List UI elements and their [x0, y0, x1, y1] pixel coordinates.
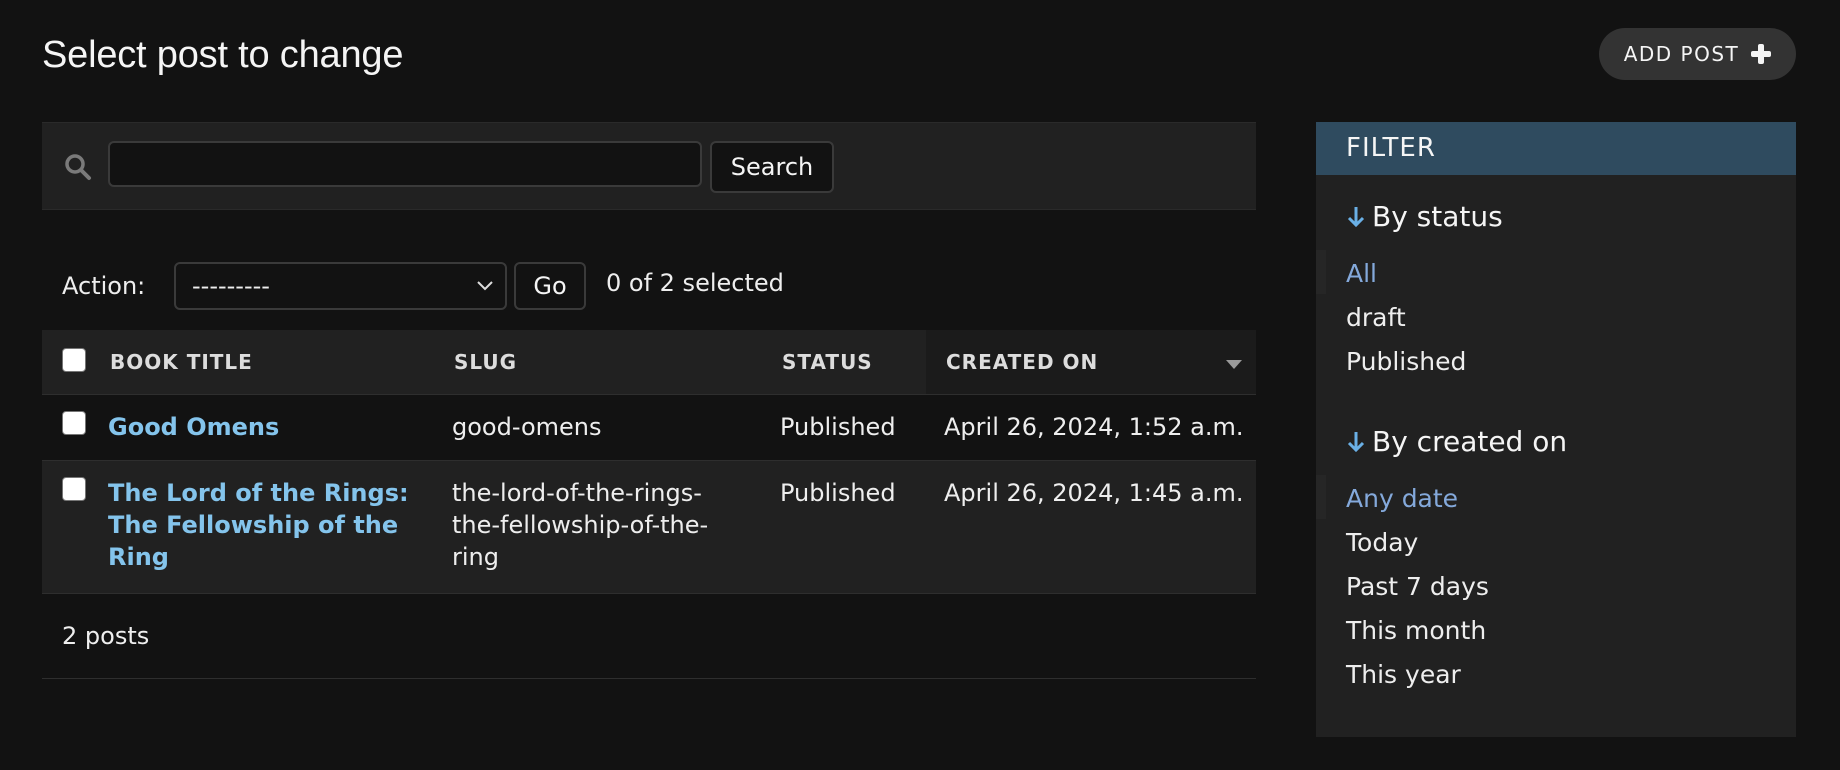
filter-item-this-year[interactable]: This year [1346, 660, 1461, 689]
title-line: The Fellowship of the [108, 511, 399, 539]
slug-text: good-omens [452, 413, 602, 441]
row-checkbox[interactable] [62, 477, 86, 501]
row-select-cell [42, 394, 108, 461]
column-header-label: STATUS [782, 350, 873, 374]
post-title-link[interactable]: Good Omens [108, 413, 279, 441]
search-icon [65, 154, 91, 180]
filter-item-this-month[interactable]: This month [1346, 616, 1486, 645]
slug-line: the-lord-of-the-rings- [452, 479, 702, 507]
slug-line: the-fellowship-of-the- [452, 511, 709, 539]
filter-item-draft[interactable]: draft [1346, 303, 1406, 332]
selection-count: 0 of 2 selected [606, 269, 784, 297]
title-cell: The Lord of the Rings: The Fellowship of… [108, 460, 452, 594]
arrow-down-icon [1347, 206, 1365, 227]
status-text: Published [780, 479, 896, 507]
title-line: Ring [108, 543, 169, 571]
filter-heading-by-created-on[interactable]: By created on [1346, 425, 1567, 458]
table-row: The Lord of the Rings: The Fellowship of… [42, 460, 1256, 594]
filter-title: FILTER [1316, 122, 1796, 175]
slug-line: ring [452, 543, 499, 571]
title-line: The Lord of the Rings: [108, 479, 409, 507]
action-label: Action: [62, 272, 146, 300]
filter-item-all[interactable]: All [1346, 259, 1377, 288]
page-title: Select post to change [42, 34, 404, 76]
actions-bar: Action: --------- Go 0 of 2 selected [42, 260, 1256, 312]
table-row: Good Omens good-omens Published April 26… [42, 394, 1256, 461]
arrow-down-icon [1347, 431, 1365, 452]
slug-cell: good-omens [452, 394, 776, 461]
row-select-cell [42, 460, 108, 594]
plus-icon [1751, 44, 1772, 64]
slug-cell: the-lord-of-the-rings- the-fellowship-of… [452, 460, 776, 594]
column-header-book-title[interactable]: BOOK TITLE [108, 330, 452, 395]
status-text: Published [780, 413, 896, 441]
paginator: 2 posts [42, 592, 1256, 679]
go-button[interactable]: Go [514, 262, 586, 310]
filter-panel: FILTER By status All draft Published By … [1316, 122, 1796, 737]
filter-heading-by-status[interactable]: By status [1346, 200, 1503, 233]
add-post-label: ADD POST [1623, 42, 1740, 66]
column-header-label: BOOK TITLE [110, 350, 253, 374]
column-header-label: SLUG [454, 350, 518, 374]
result-count: 2 posts [62, 622, 150, 650]
created-on-cell: April 26, 2024, 1:52 a.m. [926, 394, 1256, 461]
select-all-header [42, 330, 108, 395]
sort-descending-icon[interactable] [1226, 360, 1242, 370]
filter-heading-label: By created on [1372, 425, 1568, 458]
filter-item-today[interactable]: Today [1346, 528, 1418, 557]
chevron-down-icon [477, 281, 493, 291]
filter-item-any-date[interactable]: Any date [1346, 484, 1458, 513]
created-on-text: April 26, 2024, 1:52 a.m. [944, 413, 1244, 441]
created-on-cell: April 26, 2024, 1:45 a.m. [926, 460, 1256, 594]
status-cell: Published [776, 394, 926, 461]
select-all-checkbox[interactable] [62, 348, 86, 372]
filter-selected-marker [1316, 250, 1326, 294]
created-on-text: April 26, 2024, 1:45 a.m. [944, 479, 1244, 507]
filter-selected-marker [1316, 475, 1326, 519]
search-button[interactable]: Search [710, 141, 834, 193]
action-select[interactable]: --------- [174, 262, 507, 310]
title-cell: Good Omens [108, 394, 452, 461]
search-toolbar: Search [42, 122, 1256, 210]
action-select-value: --------- [192, 272, 270, 300]
column-header-slug[interactable]: SLUG [452, 330, 776, 395]
column-header-label: CREATED ON [946, 350, 1099, 374]
column-header-created-on[interactable]: CREATED ON [926, 330, 1256, 395]
results-table: BOOK TITLE SLUG STATUS CREATED ON Good O… [42, 330, 1256, 594]
search-input[interactable] [108, 141, 702, 187]
filter-heading-label: By status [1372, 200, 1503, 233]
post-title-link[interactable]: The Lord of the Rings: The Fellowship of… [108, 479, 409, 571]
admin-page: Select post to change ADD POST Search Ac… [0, 0, 1840, 770]
row-checkbox[interactable] [62, 411, 86, 435]
table-header-row: BOOK TITLE SLUG STATUS CREATED ON [42, 330, 1256, 395]
column-header-status[interactable]: STATUS [776, 330, 926, 395]
status-cell: Published [776, 460, 926, 594]
add-post-button[interactable]: ADD POST [1599, 28, 1796, 80]
filter-item-published[interactable]: Published [1346, 347, 1466, 376]
filter-item-past-7-days[interactable]: Past 7 days [1346, 572, 1489, 601]
